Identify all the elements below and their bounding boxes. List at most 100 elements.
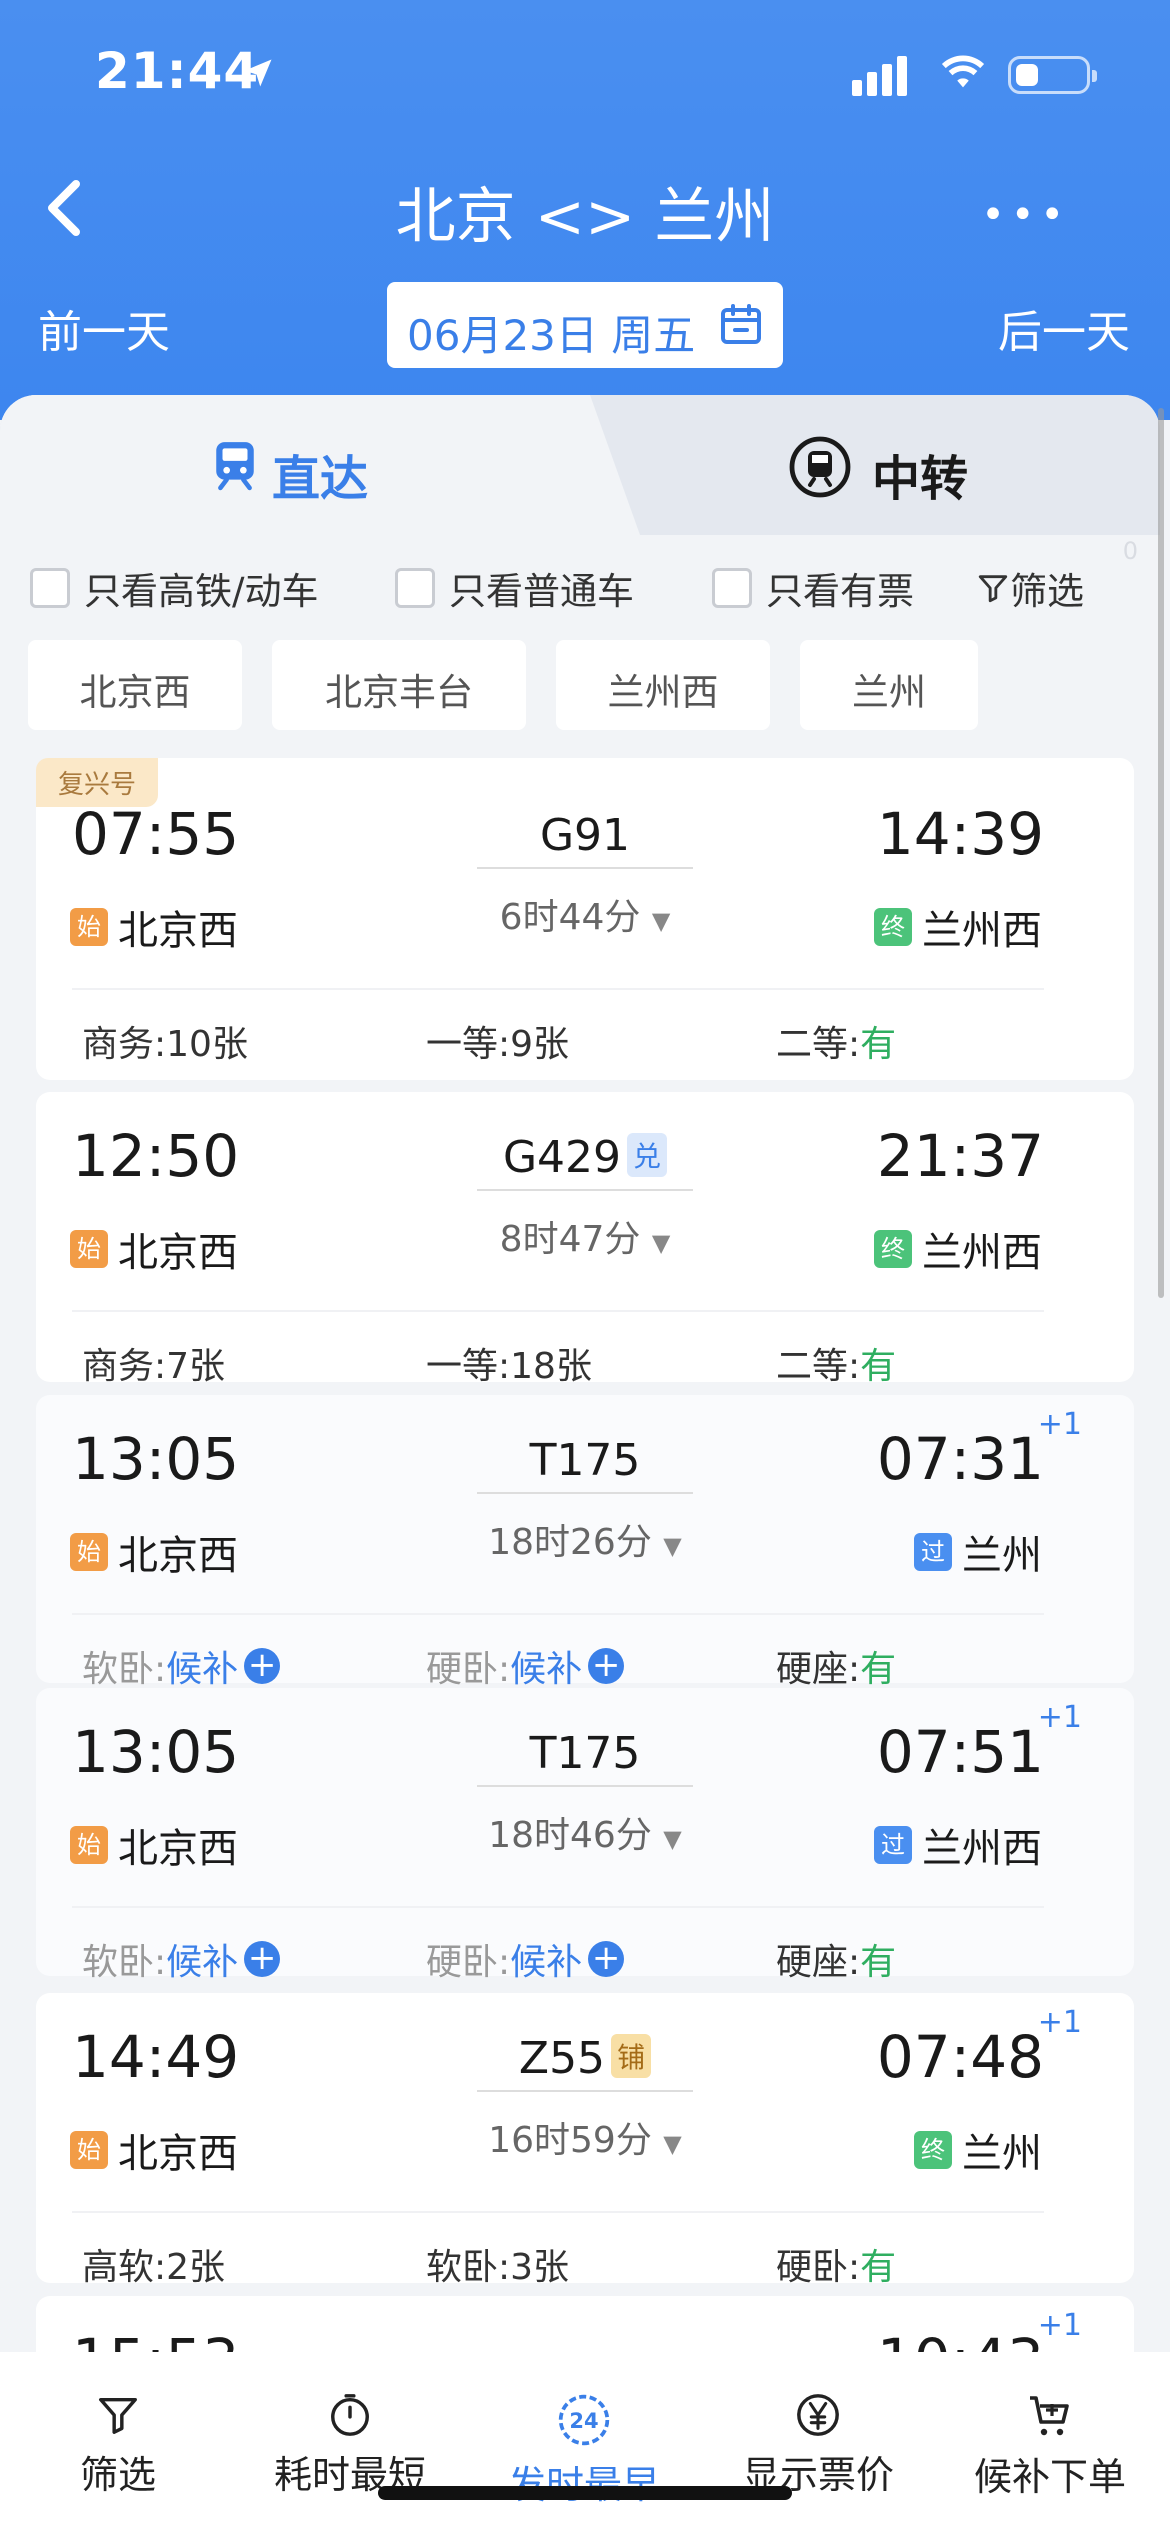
train-number-label: G91 [539,810,631,861]
seat-class-label: 硬卧: [776,2247,861,2288]
departure-station: 始北京西 [70,1523,238,1581]
more-icon[interactable]: ••• [981,192,1070,238]
seat-class-label: 二等: [776,1346,861,1387]
arrival-tag: 过 [914,1533,952,1571]
tab-direct[interactable]: 直达 [0,395,640,535]
seat-count: 候补 [166,1649,239,1690]
station-chip[interactable]: 北京西 [28,640,242,730]
bottom-show-price-button[interactable]: 显示票价 [736,2392,900,2499]
next-day-marker: +1 [1037,2308,1082,2343]
departure-station-label: 北京西 [118,908,238,954]
train-line-divider [477,1492,693,1494]
filter-icon [978,575,1008,603]
chevron-down-icon: ▼ [651,907,671,935]
seat-availability: 二等: 有 [776,1015,896,1067]
seat-class-label: 硬卧: [426,1942,511,1983]
seat-availability[interactable]: 硬卧: 候补 + [426,1640,625,1692]
arrival-station: 终兰州西 [874,898,1042,956]
station-chip[interactable]: 兰州西 [556,640,770,730]
add-waitlist-icon[interactable]: + [244,1941,281,1977]
bottom-toolbar: 筛选 耗时最短 24 发时最早 显示票价 候补下单 [0,2352,1170,2532]
filter-count-badge: 0 [1122,537,1138,565]
train-card[interactable]: 复兴号 07:55 14:39 G91 6时44分 ▼ 始北京西终兰州西 商务: 10张 一等… [36,758,1134,1080]
train-card[interactable]: 13:05 07:31 +1 T175 18时26分 ▼ 始北京西过兰州 软卧: 候补 + 硬卧… [36,1395,1134,1690]
filter-label: 筛选 [1010,570,1084,613]
seat-availability: 一等: 9张 [426,1015,569,1067]
arrival-tag: 终 [874,908,912,946]
seat-count: 10张 [166,1024,248,1065]
arrival-station: 过兰州 [914,1523,1042,1581]
normal-train-checkbox[interactable]: 只看普通车 [395,561,634,615]
seat-class-label: 软卧: [82,1942,167,1983]
yen-icon [797,2394,839,2436]
seat-class-label: 二等: [776,1024,861,1065]
seat-availability: 硬座: 有 [776,1933,896,1985]
seat-class-label: 硬座: [776,1649,861,1690]
train-number: G91 [36,810,1134,869]
duration-label: 8时47分 [499,1219,641,1260]
checkbox-box [712,568,752,608]
high-speed-checkbox[interactable]: 只看高铁/动车 [30,561,318,615]
seat-availability: 高软: 2张 [82,2238,225,2290]
seat-class-label: 硬座: [776,1942,861,1983]
seat-count: 2张 [166,2247,226,2288]
bottom-label: 候补下单 [973,2455,1126,2499]
bottom-shortest-button[interactable]: 耗时最短 [268,2392,432,2499]
train-line-divider [477,1785,693,1787]
train-card[interactable]: 13:05 07:51 +1 T175 18时46分 ▼ 始北京西过兰州西 软卧: 候补 + 硬… [36,1688,1134,1983]
add-waitlist-icon[interactable]: + [588,1648,625,1684]
station-chips: 北京西 北京丰台 兰州西 兰州 [0,640,1160,732]
arrival-station-label: 兰州 [962,2131,1042,2177]
available-checkbox[interactable]: 只看有票 [712,561,914,615]
train-number: T175 [36,1728,1134,1787]
seat-availability: 软卧: 3张 [426,2238,569,2290]
seat-availability[interactable]: 软卧: 候补 + [82,1933,281,1985]
date-bar: 前一天 06月23日 周五 后一天 [0,280,1170,370]
train-number-label: T175 [529,1728,641,1779]
battery-icon [1008,56,1097,94]
station-chip[interactable]: 北京丰台 [272,640,526,730]
arrival-station: 过兰州西 [874,1816,1042,1874]
next-day-button[interactable]: 后一天 [998,296,1130,360]
date-label: 06月23日 周五 [407,311,696,360]
seat-availability: 二等: 有 [776,1337,896,1389]
navigation-bar: 北京 <> 兰州 ••• [0,160,1170,252]
seat-count: 3张 [510,2247,570,2288]
cart-plus-icon [1030,2396,1069,2436]
bottom-filter-button[interactable]: 筛选 [58,2392,178,2499]
seat-count: 7张 [166,1346,226,1387]
train-card[interactable]: 12:50 21:37 G429 兑 8时47分 ▼ 始北京西终兰州西 商务: 7张 一等: … [36,1092,1134,1387]
scrollbar[interactable] [1158,408,1164,1298]
seat-count: 候补 [510,1942,583,1983]
checkbox-box [30,568,70,608]
seat-count: 18张 [510,1346,592,1387]
seat-class-label: 商务: [82,1346,167,1387]
arrival-station-label: 兰州西 [922,908,1042,954]
chevron-down-icon: ▼ [663,1825,682,1853]
start-tag: 始 [70,1230,108,1268]
add-waitlist-icon[interactable]: + [588,1941,625,1977]
arrival-station-label: 兰州西 [922,1826,1042,1872]
card-divider [72,1613,1044,1615]
seat-count: 有 [860,2247,897,2288]
seat-class-label: 软卧: [426,2247,511,2288]
seat-availability: 商务: 7张 [82,1337,225,1389]
add-waitlist-icon[interactable]: + [244,1648,281,1684]
train-card[interactable]: 14:49 07:48 +1 Z55 铺 16时59分 ▼ 始北京西终兰州 高软: 2张 软卧:… [36,1993,1134,2288]
station-chip[interactable]: 兰州 [800,640,978,730]
bottom-waitlist-button[interactable]: 候补下单 [968,2392,1132,2501]
train-line-divider [477,1189,693,1191]
train-number: Z55 铺 [36,2033,1134,2092]
departure-station: 始北京西 [70,2121,238,2179]
train-number-label: T175 [529,1435,641,1486]
seat-class-label: 高软: [82,2247,167,2288]
departure-station-label: 北京西 [118,1533,238,1579]
cellular-signal-icon [852,56,907,96]
seat-availability[interactable]: 硬卧: 候补 + [426,1933,625,1985]
date-picker-button[interactable]: 06月23日 周五 [387,282,783,368]
filter-icon [99,2397,137,2434]
filter-button[interactable]: 筛选 [976,561,1084,615]
chevron-down-icon: ▼ [663,1532,682,1560]
prev-day-button[interactable]: 前一天 [38,296,170,360]
seat-availability[interactable]: 软卧: 候补 + [82,1640,281,1692]
